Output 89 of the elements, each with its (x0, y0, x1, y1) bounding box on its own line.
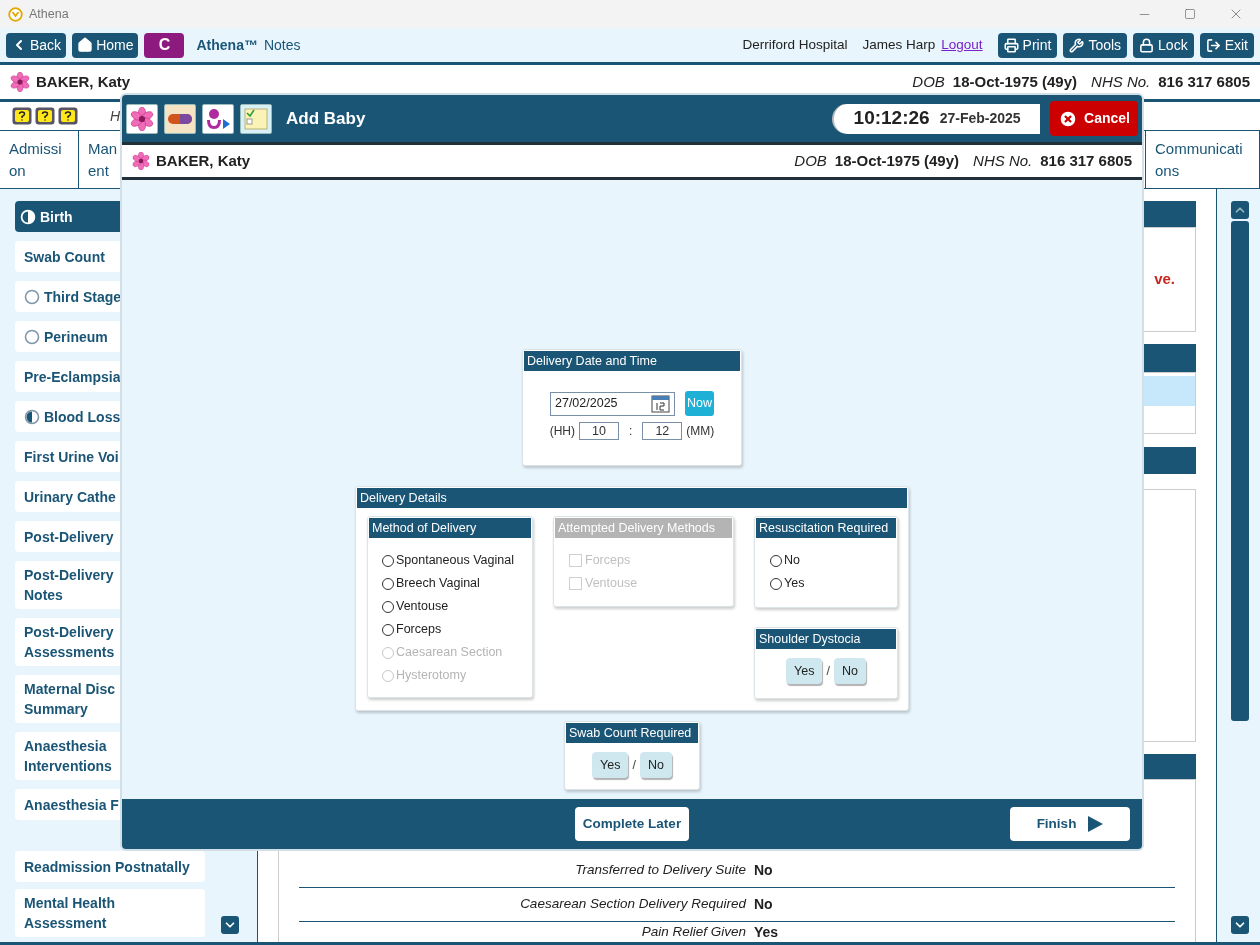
date-field[interactable]: 27/02/2025 (550, 391, 675, 416)
app-suffix: Notes (263, 35, 301, 55)
nhs-value: 816 317 6805 (1040, 150, 1132, 171)
section-title: Delivery Details (357, 488, 907, 508)
nhs-label: NHS No. (973, 150, 1033, 171)
toolbar-button[interactable]: Tools (1063, 32, 1128, 58)
logout-link[interactable]: Logout (941, 34, 983, 56)
warning-text: ve. (1154, 269, 1175, 290)
dob-value: 18-Oct-1975 (49y) (834, 150, 960, 171)
hospital-name: Derriford Hospital (742, 35, 848, 54)
play-icon (1088, 816, 1104, 832)
field-value: Yes (754, 922, 779, 942)
toolbar-button[interactable]: Lock (1133, 32, 1194, 58)
hour-label: (HH) (549, 423, 575, 440)
dob-label: DOB (912, 71, 945, 92)
scroll-down-button[interactable] (1230, 916, 1249, 934)
card-title: Delivery Date and Time (524, 351, 740, 371)
toolbar-button[interactable]: Exit (1199, 32, 1254, 58)
option-label: Yes (784, 575, 805, 593)
time-separator: : (629, 423, 633, 440)
tools-icon (1069, 37, 1085, 53)
dialog-title: Add Baby (286, 107, 366, 130)
app-name: Athena™ (196, 35, 258, 55)
print-icon (1003, 37, 1019, 53)
option-label: Breech Vaginal (396, 575, 480, 593)
option-label: Hysterotomy (396, 667, 467, 685)
dob-label: DOB (794, 150, 827, 171)
dob-value: 18-Oct-1975 (49y) (952, 71, 1078, 92)
nhs-label: NHS No. (1091, 71, 1151, 92)
scrollbar-thumb[interactable] (1230, 221, 1249, 721)
patient-name: BAKER, Katy (156, 150, 251, 171)
field-value: No (754, 895, 773, 914)
field-label: Caesarean Section Delivery Required (519, 895, 746, 914)
help-icon[interactable] (35, 107, 55, 125)
finish-button[interactable]: Finish (1010, 807, 1130, 841)
nhs-value: 816 317 6805 (1158, 71, 1250, 92)
option-label: Forceps (396, 621, 442, 639)
separator-text: / (826, 662, 830, 680)
info-text: H (110, 106, 121, 126)
section-tab[interactable]: Communicati ons (1145, 131, 1260, 188)
complete-later-button[interactable]: Complete Later (574, 807, 690, 841)
window-title: Athena (29, 5, 69, 23)
card-title: Method of Delivery (369, 518, 531, 538)
option-label: Ventouse (396, 598, 449, 616)
card-title: Shoulder Dystocia (756, 629, 896, 649)
close-icon (1058, 108, 1079, 129)
sidebar-item[interactable]: Mental Health Assessment (15, 889, 205, 937)
clock-date: 27-Feb-2025 (939, 109, 1021, 128)
choice-button[interactable]: No (833, 658, 866, 684)
nav-button[interactable]: Back (6, 32, 67, 58)
note-icon[interactable] (240, 103, 272, 134)
maximize-icon[interactable] (1184, 8, 1196, 20)
app-badge[interactable]: C (144, 32, 185, 58)
hour-field[interactable]: 10 (579, 422, 619, 440)
field-label: Pain Relief Given (640, 922, 746, 941)
section-tab[interactable]: Admissi on (0, 131, 79, 188)
card-title: Resuscitation Required (756, 518, 896, 538)
choice-button[interactable]: No (639, 752, 672, 778)
home-icon (77, 37, 94, 53)
option-label: Spontaneous Vaginal (396, 552, 514, 570)
minute-field[interactable]: 12 (642, 422, 683, 440)
help-icon[interactable] (12, 107, 32, 125)
card-title: Attempted Delivery Methods (555, 518, 732, 538)
patient-name: BAKER, Katy (36, 71, 131, 92)
calendar-icon[interactable] (651, 394, 670, 413)
sidebar-item[interactable]: Readmission Postnatally (15, 851, 205, 882)
card-title: Swab Count Required (566, 723, 698, 743)
clock-time: 10:12:26 (853, 106, 930, 131)
app-logo-icon (8, 6, 23, 22)
user-name: James Harp (862, 35, 936, 54)
exit-icon (1205, 37, 1221, 53)
nav-button[interactable]: Home (72, 32, 139, 58)
separator-text: / (632, 756, 636, 774)
option-label: Ventouse (585, 575, 638, 593)
choice-button[interactable]: Yes (592, 752, 629, 778)
help-icon[interactable] (58, 107, 78, 125)
minute-label: (MM) (686, 423, 715, 440)
pill-icon[interactable] (164, 103, 196, 134)
choice-button[interactable]: Yes (786, 658, 823, 684)
option-label: Caesarean Section (396, 644, 503, 662)
toolbar-button[interactable]: Print (997, 32, 1058, 58)
lock-icon (1139, 37, 1155, 53)
field-label: Transferred to Delivery Suite (574, 861, 746, 880)
option-label: Forceps (585, 552, 631, 570)
scroll-down-button[interactable] (221, 916, 239, 934)
option-label: No (784, 552, 800, 570)
scroll-up-button[interactable] (1230, 201, 1249, 219)
cancel-button[interactable]: Cancel (1050, 101, 1138, 136)
field-value: No (754, 861, 773, 880)
